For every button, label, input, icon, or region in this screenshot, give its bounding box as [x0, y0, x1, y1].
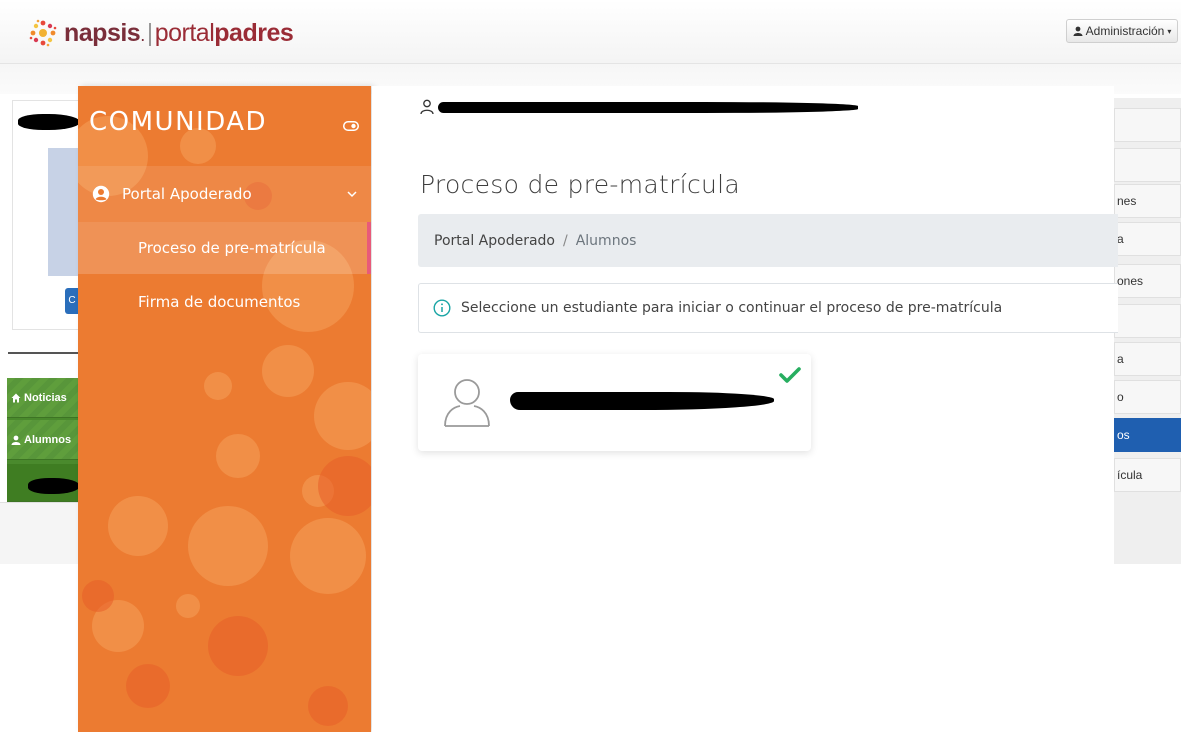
sidebar-item-portal-apoderado[interactable]: Portal Apoderado [78, 166, 371, 222]
breadcrumb-separator: / [563, 232, 568, 249]
chevron-down-icon [347, 191, 357, 198]
current-user [420, 96, 858, 118]
redacted-user-name [438, 101, 858, 113]
user-circle-icon [92, 185, 110, 203]
sidebar-item-proceso-pre-matricula[interactable]: Proceso de pre-matrícula [78, 222, 371, 274]
breadcrumb-current: Alumnos [575, 232, 637, 249]
background-menu-label: Alumnos [24, 433, 72, 446]
redacted-profile-name [18, 114, 80, 130]
logo-padres: padres [214, 18, 294, 47]
admin-dropdown-button[interactable]: Administración ▾ [1066, 19, 1178, 43]
top-bar: napsis.|portalpadres Administración ▾ [0, 0, 1181, 64]
redacted-student-name-bg [28, 478, 80, 494]
chevron-down-icon: ▾ [1167, 26, 1172, 36]
napsis-logo-icon [29, 19, 57, 47]
background-right-menu-item[interactable]: ícula [1114, 458, 1181, 492]
background-right-menu-item[interactable]: a [1114, 222, 1181, 256]
background-right-menu-item[interactable] [1114, 304, 1181, 338]
background-profile-button[interactable]: C [65, 288, 79, 314]
logo-napsis: napsis [64, 18, 141, 47]
admin-dropdown-label: Administración [1085, 24, 1165, 38]
student-card[interactable] [418, 354, 811, 451]
toggle-icon[interactable] [343, 121, 359, 131]
info-alert: Seleccione un estudiante para iniciar o … [418, 283, 1118, 333]
user-icon [420, 99, 434, 115]
background-divider [8, 352, 80, 354]
background-right-menu: nes a ones a o os ícula [1114, 98, 1181, 564]
background-menu-noticias[interactable]: Noticias [7, 378, 79, 418]
info-icon [433, 299, 451, 317]
background-footer-area [0, 502, 80, 564]
main-content: Proceso de pre-matrícula Portal Apoderad… [372, 86, 1118, 732]
background-right-menu-item[interactable]: o [1114, 380, 1181, 414]
background-menu-alumnos[interactable]: Alumnos [7, 420, 79, 460]
sidebar-item-firma-documentos[interactable]: Firma de documentos [78, 276, 371, 328]
logo-separator: | [146, 18, 154, 47]
background-right-menu-item[interactable] [1114, 148, 1181, 182]
breadcrumb: Portal Apoderado / Alumnos [418, 214, 1118, 267]
redacted-student-name [510, 392, 774, 410]
user-outline-icon [444, 379, 490, 427]
sidebar-item-label: Firma de documentos [138, 293, 301, 311]
info-alert-message: Seleccione un estudiante para iniciar o … [461, 300, 1003, 316]
sidebar-item-label: Portal Apoderado [122, 185, 252, 203]
sidebar-item-label: Proceso de pre-matrícula [138, 239, 326, 257]
background-right-menu-item[interactable]: ones [1114, 264, 1181, 298]
background-right-menu-item[interactable] [1114, 108, 1181, 142]
user-icon [11, 435, 21, 445]
logo-dot: . [140, 24, 145, 45]
home-icon [11, 393, 21, 402]
user-icon [1073, 26, 1083, 36]
check-icon [779, 367, 801, 383]
background-right-menu-item-active[interactable]: os [1114, 418, 1181, 452]
sidebar-header: COMUNIDAD [89, 104, 359, 140]
sidebar-title: COMUNIDAD [89, 107, 268, 137]
napsis-logo[interactable]: napsis.|portalpadres [28, 16, 294, 50]
page-title: Proceso de pre-matrícula [420, 170, 741, 199]
background-avatar [48, 148, 78, 276]
background-menu-label: Noticias [24, 391, 67, 404]
logo-text: napsis.|portalpadres [64, 18, 294, 48]
breadcrumb-link-portal-apoderado[interactable]: Portal Apoderado [434, 233, 555, 249]
background-right-menu-item[interactable]: a [1114, 342, 1181, 376]
background-right-menu-item[interactable]: nes [1114, 184, 1181, 218]
sidebar: COMUNIDAD Portal Apoderado Proceso de pr… [78, 86, 371, 732]
logo-portal: portal [154, 18, 215, 47]
